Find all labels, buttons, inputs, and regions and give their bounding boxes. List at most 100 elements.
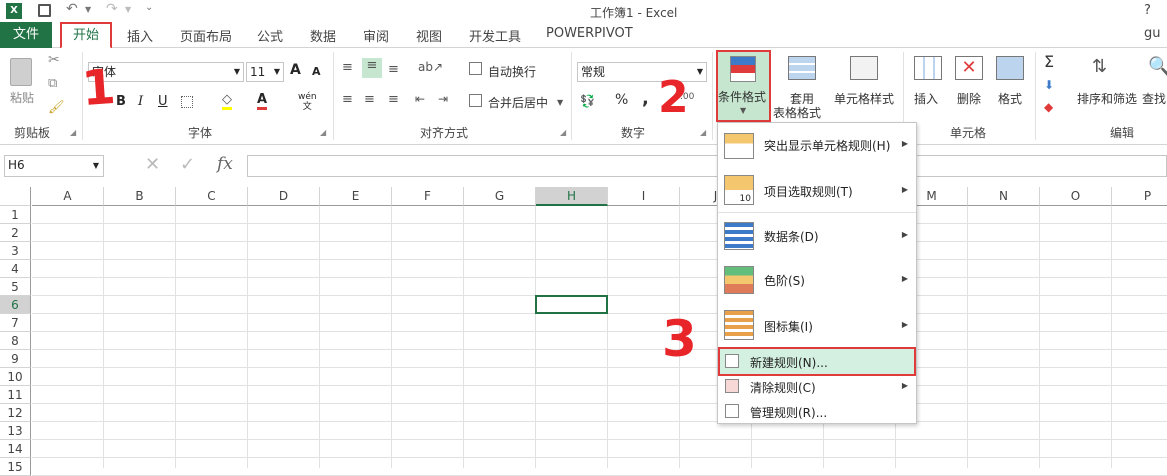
- format-cells-button[interactable]: 格式: [998, 90, 1022, 107]
- number-launcher-icon[interactable]: ◢: [700, 128, 706, 137]
- redo-dropdown-icon[interactable]: ▼: [125, 5, 131, 14]
- orientation-icon[interactable]: ab↗: [418, 60, 443, 74]
- row-header[interactable]: 9: [0, 350, 31, 368]
- sort-filter-icon[interactable]: ⇅: [1092, 56, 1107, 77]
- undo-icon[interactable]: ↶: [66, 1, 78, 17]
- phonetic-icon[interactable]: wén 文: [298, 92, 317, 112]
- save-icon[interactable]: [38, 4, 51, 17]
- select-all-corner[interactable]: [0, 187, 31, 206]
- enter-icon[interactable]: ✓: [180, 154, 195, 175]
- insert-cells-button[interactable]: 插入: [914, 90, 938, 107]
- format-as-table-icon[interactable]: [788, 56, 816, 80]
- row-header[interactable]: 6: [0, 296, 31, 314]
- font-launcher-icon[interactable]: ◢: [320, 128, 326, 137]
- tab-data[interactable]: 数据: [310, 26, 336, 45]
- column-header[interactable]: O: [1040, 187, 1112, 206]
- align-top-icon[interactable]: ≡: [342, 60, 353, 75]
- column-header[interactable]: C: [176, 187, 248, 206]
- chevron-down-icon[interactable]: ▼: [697, 63, 703, 81]
- decrease-indent-icon[interactable]: ⇤: [415, 92, 425, 106]
- menu-data-bars[interactable]: 数据条(D) ▶: [718, 214, 916, 258]
- menu-color-scales[interactable]: 色阶(S) ▶: [718, 258, 916, 302]
- grow-font-icon[interactable]: A: [290, 62, 301, 78]
- find-select-button[interactable]: 查找: [1142, 90, 1166, 107]
- percent-button[interactable]: %: [615, 92, 628, 108]
- paste-icon[interactable]: [10, 58, 32, 86]
- bold-button[interactable]: B: [116, 94, 126, 109]
- row-header[interactable]: 2: [0, 224, 31, 242]
- column-header[interactable]: H: [536, 187, 608, 206]
- column-header[interactable]: A: [32, 187, 104, 206]
- tab-insert[interactable]: 插入: [127, 26, 153, 45]
- format-painter-icon[interactable]: 🖌: [48, 100, 65, 115]
- column-header[interactable]: B: [104, 187, 176, 206]
- menu-highlight-cells-rules[interactable]: 突出显示单元格规则(H) ▶: [718, 123, 916, 167]
- row-header[interactable]: 14: [0, 440, 31, 458]
- align-right-icon[interactable]: ≡: [388, 92, 399, 107]
- chevron-down-icon[interactable]: ▼: [274, 63, 280, 81]
- cut-icon[interactable]: ✂: [48, 52, 60, 68]
- merge-center-button[interactable]: 合并后居中: [488, 94, 548, 111]
- row-header[interactable]: 13: [0, 422, 31, 440]
- insert-function-icon[interactable]: fx: [217, 154, 233, 174]
- column-header[interactable]: F: [392, 187, 464, 206]
- help-icon[interactable]: ?: [1144, 3, 1151, 18]
- clipboard-launcher-icon[interactable]: ◢: [70, 128, 76, 137]
- row-header[interactable]: 4: [0, 260, 31, 278]
- format-as-table-label-2[interactable]: 表格格式: [773, 104, 821, 121]
- row-header[interactable]: 15: [0, 458, 31, 476]
- row-header[interactable]: 10: [0, 368, 31, 386]
- selected-cell[interactable]: [535, 295, 608, 314]
- border-icon[interactable]: [181, 96, 193, 108]
- alignment-launcher-icon[interactable]: ◢: [560, 128, 566, 137]
- column-header[interactable]: I: [608, 187, 680, 206]
- delete-cells-button[interactable]: 删除: [957, 90, 981, 107]
- wrap-text-icon[interactable]: [469, 62, 482, 75]
- fill-icon[interactable]: ⬇: [1044, 78, 1054, 92]
- delete-cells-icon[interactable]: ✕: [955, 56, 983, 80]
- copy-icon[interactable]: ⧉: [48, 76, 57, 91]
- paste-button[interactable]: 粘贴: [10, 89, 34, 106]
- cell-styles-button[interactable]: 单元格样式: [834, 90, 894, 107]
- align-left-icon[interactable]: ≡: [342, 92, 353, 107]
- tab-review[interactable]: 审阅: [363, 26, 389, 45]
- autosum-icon[interactable]: Σ: [1044, 52, 1054, 71]
- currency-icon[interactable]: 💱: [580, 94, 595, 108]
- increase-indent-icon[interactable]: ⇥: [438, 92, 448, 106]
- comma-button[interactable]: ,: [642, 88, 649, 109]
- cell-styles-icon[interactable]: [850, 56, 878, 80]
- chevron-down-icon[interactable]: ▼: [234, 63, 240, 81]
- redo-icon[interactable]: ↷: [106, 1, 118, 17]
- row-header[interactable]: 7: [0, 314, 31, 332]
- shrink-font-icon[interactable]: A: [312, 65, 321, 78]
- underline-button[interactable]: U: [158, 94, 168, 109]
- customize-qat-icon[interactable]: ⌄: [145, 2, 153, 13]
- column-header[interactable]: E: [320, 187, 392, 206]
- menu-icon-sets[interactable]: 图标集(I) ▶: [718, 302, 916, 348]
- formula-input[interactable]: [247, 155, 1167, 177]
- menu-manage-rules[interactable]: 管理规则(R)...: [718, 399, 916, 424]
- align-bottom-icon[interactable]: ≡: [388, 62, 399, 77]
- worksheet-grid[interactable]: ABCDEFGHIJKLMNOP123456789101112131415: [0, 187, 1167, 476]
- insert-cells-icon[interactable]: [914, 56, 942, 80]
- tab-formulas[interactable]: 公式: [257, 26, 283, 45]
- tab-developer[interactable]: 开发工具: [469, 26, 521, 45]
- tab-powerpivot[interactable]: POWERPIVOT: [546, 26, 633, 41]
- row-header[interactable]: 5: [0, 278, 31, 296]
- clear-icon[interactable]: ◆: [1044, 100, 1053, 114]
- find-icon[interactable]: 🔍: [1148, 56, 1167, 77]
- row-header[interactable]: 11: [0, 386, 31, 404]
- column-header[interactable]: P: [1112, 187, 1167, 206]
- name-box[interactable]: H6 ▼: [4, 155, 104, 177]
- row-header[interactable]: 8: [0, 332, 31, 350]
- align-center-icon[interactable]: ≡: [364, 92, 375, 107]
- tab-home[interactable]: 开始: [60, 22, 112, 49]
- align-middle-icon[interactable]: ≡: [362, 58, 382, 78]
- row-header[interactable]: 3: [0, 242, 31, 260]
- tab-file[interactable]: 文件: [0, 22, 52, 48]
- merge-center-icon[interactable]: [469, 94, 482, 107]
- undo-dropdown-icon[interactable]: ▼: [85, 5, 91, 14]
- row-header[interactable]: 12: [0, 404, 31, 422]
- column-header[interactable]: D: [248, 187, 320, 206]
- cancel-icon[interactable]: ✕: [145, 154, 160, 175]
